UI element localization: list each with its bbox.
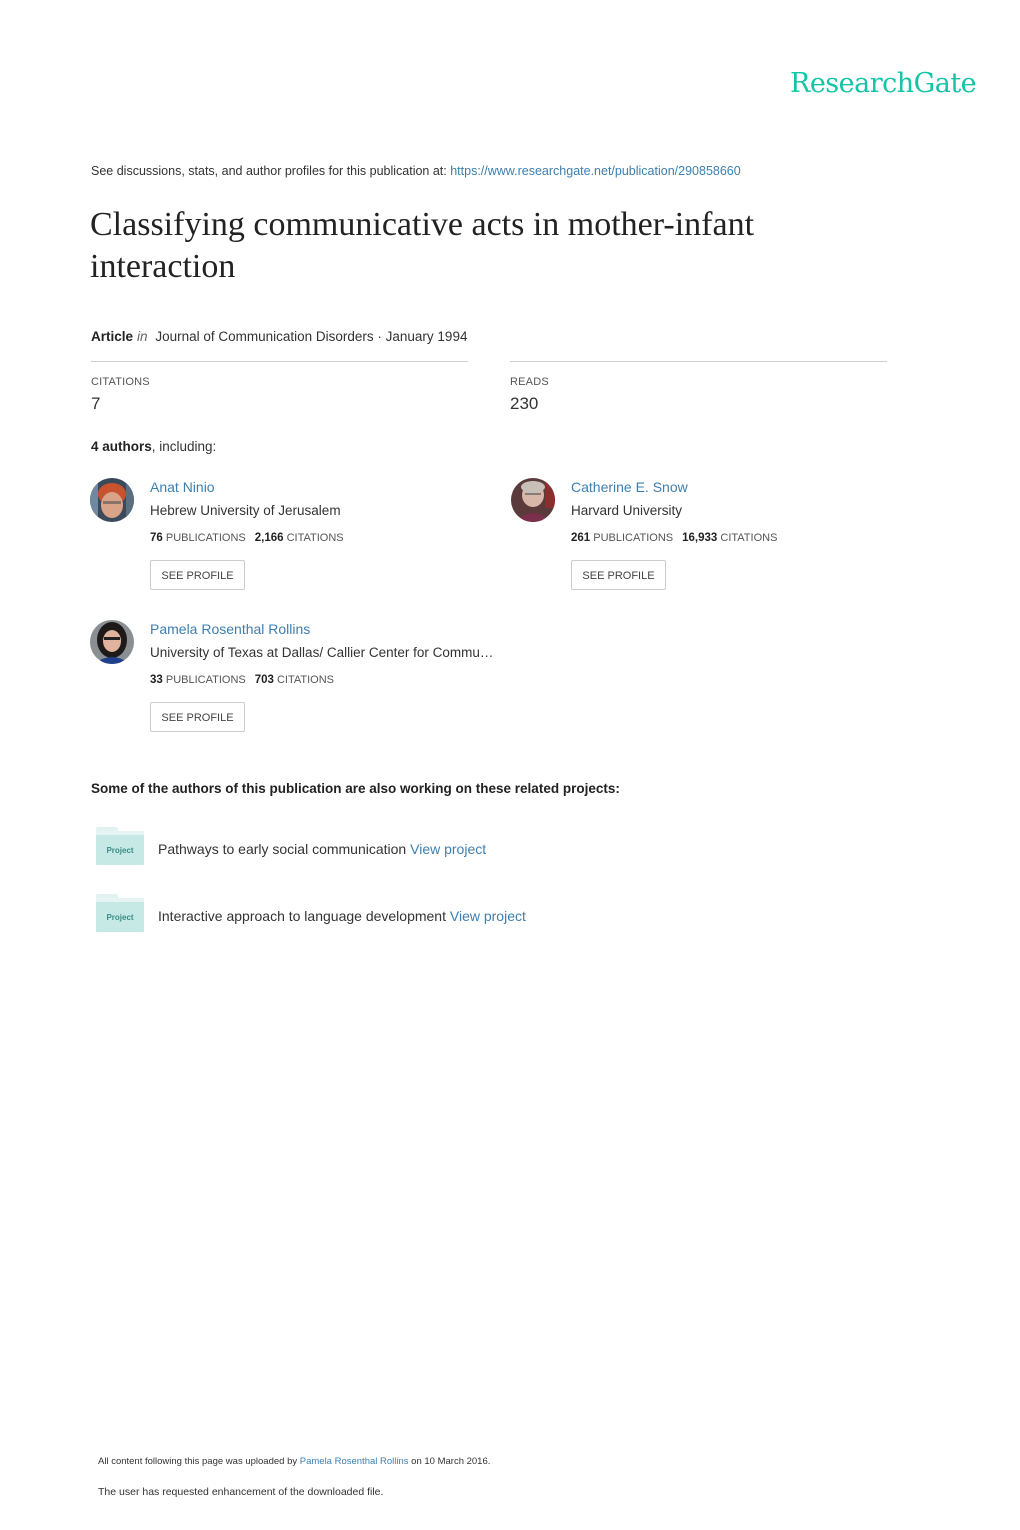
publication-type: Article [91, 329, 134, 344]
publications-label: PUBLICATIONS [165, 674, 246, 686]
divider-left [91, 361, 468, 362]
reads-label: READS [510, 376, 549, 388]
citations-value: 7 [91, 394, 101, 413]
citations-label: CITATIONS [276, 674, 335, 686]
upload-note: All content following this page was uplo… [98, 1456, 490, 1467]
citations-label: CITATIONS [91, 376, 150, 388]
publication-title: Classifying communicative acts in mother… [90, 206, 755, 285]
divider-right [510, 361, 887, 362]
author-name-link[interactable]: Catherine E. Snow [571, 479, 688, 495]
journal-date: Journal of Communication Disorders · Jan… [155, 329, 468, 344]
publications-count: 76 [150, 532, 163, 544]
citations-count: 16,933 [682, 532, 718, 544]
see-profile-button[interactable]: SEE PROFILE [150, 702, 245, 732]
authors-suffix: , including: [151, 439, 217, 454]
avatar[interactable] [90, 620, 134, 664]
project-title: Pathways to early social communication [158, 841, 407, 857]
author-card: Pamela Rosenthal Rollins University of T… [90, 620, 530, 740]
see-profile-button[interactable]: SEE PROFILE [571, 560, 666, 590]
author-stats: 33 PUBLICATIONS 703 CITATIONS [150, 674, 334, 686]
project-icon-label: Project [106, 846, 134, 855]
upload-suffix: on 10 March 2016. [408, 1456, 491, 1467]
in-word: in [137, 329, 148, 344]
citations-label: CITATIONS [286, 532, 344, 544]
author-institution: Hebrew University of Jerusalem [150, 503, 341, 518]
project-folder-icon: Project [96, 894, 144, 932]
citations-count: 2,166 [254, 532, 284, 544]
author-name-link[interactable]: Anat Ninio [150, 479, 215, 495]
project-folder-icon: Project [96, 827, 144, 865]
see-profile-button[interactable]: SEE PROFILE [150, 560, 245, 590]
enhancement-note: The user has requested enhancement of th… [98, 1486, 384, 1498]
publication-meta: Article in Journal of Communication Disor… [91, 329, 467, 344]
author-stats: 261 PUBLICATIONS 16,933 CITATIONS [571, 532, 777, 544]
publications-count: 33 [150, 674, 163, 686]
project-title: Interactive approach to language develop… [158, 908, 446, 924]
avatar[interactable] [511, 478, 555, 522]
author-card: Anat Ninio Hebrew University of Jerusale… [90, 478, 490, 598]
researchgate-logo[interactable]: ResearchGate [790, 68, 977, 99]
publications-label: PUBLICATIONS [165, 532, 246, 544]
related-projects-heading: Some of the authors of this publication … [91, 781, 620, 796]
profile-intro-line: See discussions, stats, and author profi… [91, 164, 741, 178]
citations-count: 703 [254, 674, 274, 686]
author-stats: 76 PUBLICATIONS 2,166 CITATIONS [150, 532, 344, 544]
upload-prefix: All content following this page was uplo… [98, 1456, 300, 1467]
author-photo-icon [90, 620, 134, 664]
author-photo-icon [511, 478, 555, 522]
publications-count: 261 [571, 532, 591, 544]
project-icon-label: Project [106, 913, 134, 922]
authors-heading: 4 authors, including: [91, 439, 216, 454]
project-item: Pathways to early social communication V… [158, 841, 486, 857]
author-institution: University of Texas at Dallas/ Callier C… [150, 645, 494, 660]
view-project-link[interactable]: View project [410, 841, 486, 857]
author-photo-icon [90, 478, 134, 522]
view-project-link[interactable]: View project [450, 908, 526, 924]
citations-label: CITATIONS [720, 532, 778, 544]
project-item: Interactive approach to language develop… [158, 908, 526, 924]
author-institution: Harvard University [571, 503, 683, 518]
publications-label: PUBLICATIONS [593, 532, 674, 544]
avatar[interactable] [90, 478, 134, 522]
uploader-link[interactable]: Pamela Rosenthal Rollins [300, 1456, 409, 1467]
reads-value: 230 [510, 394, 539, 413]
author-card: Catherine E. Snow Harvard University 261… [511, 478, 911, 598]
authors-count: 4 authors [91, 439, 152, 454]
intro-text: See discussions, stats, and author profi… [91, 164, 451, 178]
publication-url-link[interactable]: https://www.researchgate.net/publication… [450, 164, 740, 178]
author-name-link[interactable]: Pamela Rosenthal Rollins [150, 621, 310, 637]
